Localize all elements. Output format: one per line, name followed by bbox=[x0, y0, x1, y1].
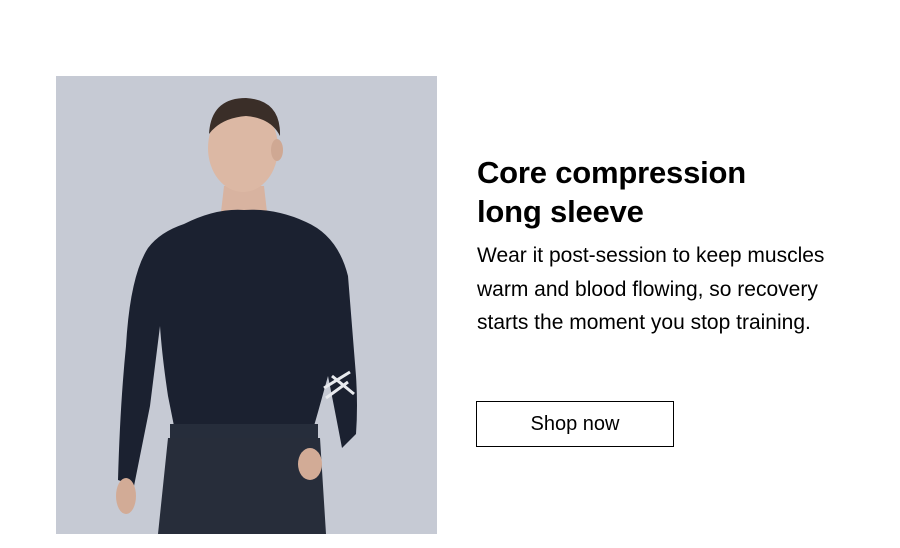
product-title-line-1: Core compression bbox=[477, 155, 746, 190]
model-photo bbox=[56, 76, 437, 534]
shop-now-button[interactable]: Shop now bbox=[476, 401, 674, 447]
product-title-line-2: long sleeve bbox=[477, 194, 644, 229]
promo-copy: Core compression long sleeve Wear it pos… bbox=[477, 153, 857, 340]
product-description: Wear it post-session to keep muscles war… bbox=[477, 244, 825, 334]
product-image bbox=[56, 76, 437, 534]
product-title: Core compression long sleeve bbox=[477, 153, 857, 231]
